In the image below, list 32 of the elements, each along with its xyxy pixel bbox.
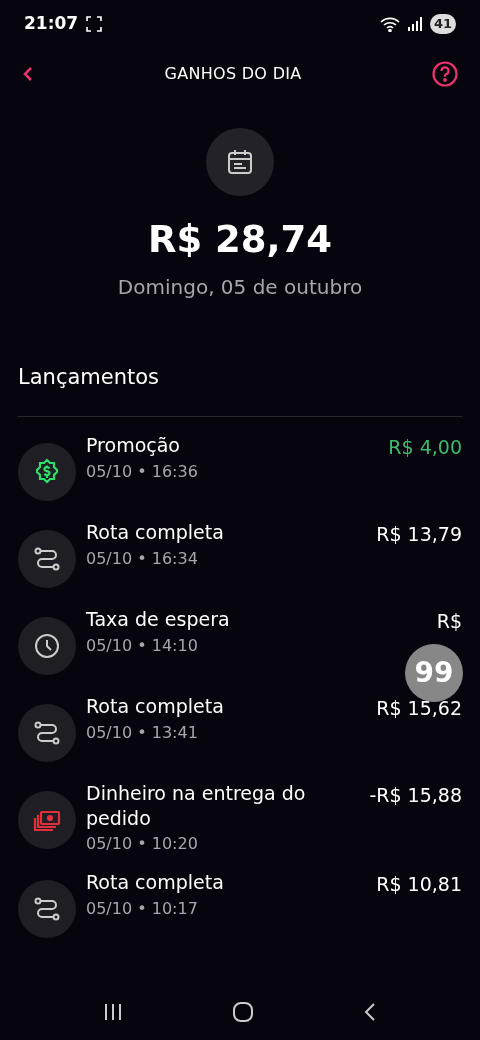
battery-level: 41 xyxy=(429,14,456,34)
entry-amount: R$ xyxy=(436,608,462,634)
entry-datetime: 05/10 • 14:10 xyxy=(86,634,199,657)
page-title: GANHOS DO DIA xyxy=(164,63,302,85)
entry-amount: R$ 4,00 xyxy=(388,434,462,460)
help-icon[interactable] xyxy=(432,61,458,87)
entry-datetime: 05/10 • 10:17 xyxy=(86,897,199,920)
status-time: 21:07 xyxy=(24,12,79,36)
total-amount: R$ 28,74 xyxy=(147,218,333,263)
entry-title: Rota completa xyxy=(86,693,225,719)
entry-datetime: 05/10 • 16:36 xyxy=(86,460,199,483)
back-nav-icon[interactable] xyxy=(363,1002,378,1022)
entry-amount: -R$ 15,88 xyxy=(369,782,462,808)
entry-amount: R$ 13,79 xyxy=(376,521,462,547)
wifi-icon xyxy=(379,16,400,32)
entry-title: Rota completa xyxy=(86,519,225,545)
entry-title: Dinheiro na entrega do pedido xyxy=(86,780,307,831)
entry-datetime: 05/10 • 13:41 xyxy=(86,721,199,744)
screenshot-frame-icon xyxy=(86,16,103,32)
section-title: Lançamentos xyxy=(18,302,462,417)
entry-title: Taxa de espera xyxy=(86,606,231,632)
date-label: Domingo, 05 de outubro xyxy=(117,274,363,302)
entry-datetime: 05/10 • 10:20 xyxy=(86,833,199,856)
entry-title: Rota completa xyxy=(86,870,225,895)
floating-bubble[interactable]: 99 xyxy=(405,644,463,702)
back-icon[interactable] xyxy=(22,66,34,82)
entry-title: Promoção xyxy=(86,432,181,458)
entry-datetime: 05/10 • 16:34 xyxy=(86,547,199,570)
home-icon[interactable] xyxy=(232,1001,254,1023)
signal-icon xyxy=(407,17,422,31)
entry-amount: R$ 10,81 xyxy=(376,872,462,898)
recent-apps-icon[interactable] xyxy=(102,1003,123,1021)
